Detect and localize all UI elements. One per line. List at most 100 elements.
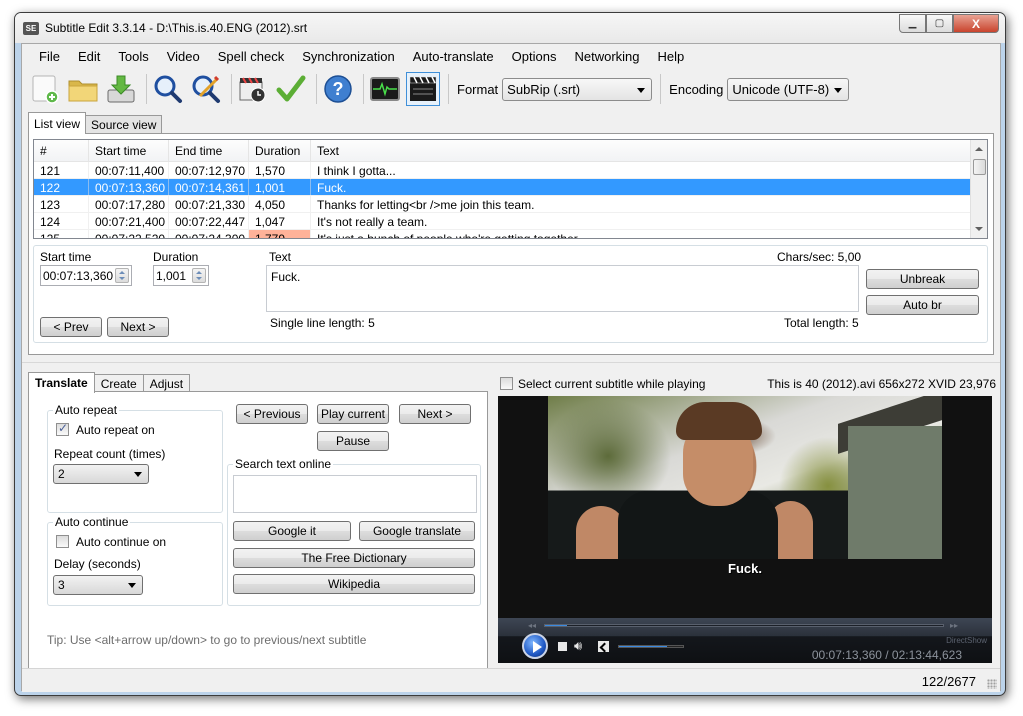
menu-spell-check[interactable]: Spell check — [209, 44, 293, 70]
next-subtitle-button[interactable]: Next > — [399, 404, 471, 424]
play-button[interactable] — [522, 633, 548, 659]
cell-start-time: 00:07:17,280 — [89, 196, 169, 212]
cell-duration: 1,001 — [249, 179, 311, 195]
spinner-arrows-icon[interactable] — [115, 268, 129, 283]
table-row[interactable]: 121 00:07:11,400 00:07:12,970 1,570 I th… — [34, 162, 987, 179]
column-header-start-time[interactable]: Start time — [89, 140, 169, 161]
google-it-button[interactable]: Google it — [233, 521, 351, 541]
minimize-button[interactable]: ▁ — [899, 14, 926, 33]
start-time-input[interactable]: 00:07:13,360 — [40, 265, 132, 286]
menu-help[interactable]: Help — [649, 44, 694, 70]
replace-button[interactable] — [189, 72, 223, 106]
repeat-count-dropdown[interactable]: 2 — [53, 464, 149, 484]
spinner-arrows-icon[interactable] — [192, 268, 206, 283]
visual-sync-button[interactable] — [236, 72, 270, 106]
column-header-end-time[interactable]: End time — [169, 140, 249, 161]
free-dictionary-button[interactable]: The Free Dictionary — [233, 548, 475, 568]
menu-auto-translate[interactable]: Auto-translate — [404, 44, 503, 70]
cell-number: 121 — [34, 162, 89, 178]
repeat-count-label: Repeat count (times) — [54, 447, 166, 461]
search-online-group: Search text online Google it Google tran… — [227, 457, 481, 606]
menu-file[interactable]: File — [30, 44, 69, 70]
delay-dropdown[interactable]: 3 — [53, 575, 143, 595]
fast-forward-icon[interactable]: ▸▸ — [950, 621, 958, 630]
format-label: Format — [457, 81, 499, 97]
start-time-value: 00:07:13,360 — [43, 269, 114, 283]
column-header-text[interactable]: Text — [311, 140, 987, 161]
cell-end-time: 00:07:24,300 — [169, 230, 249, 238]
open-file-button[interactable] — [66, 72, 100, 106]
toolbar-separator — [231, 74, 232, 104]
encoding-value: Unicode (UTF-8) — [732, 81, 830, 97]
volume-icon[interactable]: 🔊︎ — [574, 638, 582, 654]
client-area: File Edit Tools Video Spell check Synchr… — [21, 43, 1001, 692]
play-current-button[interactable]: Play current — [317, 404, 389, 424]
subtitle-overlay: Fuck. — [728, 561, 762, 576]
list-view-panel: # Start time End time Duration Text 121 … — [28, 133, 994, 355]
table-row[interactable]: 124 00:07:21,400 00:07:22,447 1,047 It's… — [34, 213, 987, 230]
seek-bar[interactable] — [544, 624, 944, 627]
find-button[interactable] — [151, 72, 185, 106]
view-tabs: List view Source view — [28, 112, 163, 134]
video-player[interactable]: Fuck. ◂◂ ▸▸ 🔊︎ DirectShow 00:07:13,360 /… — [498, 396, 992, 663]
maximize-button[interactable]: ▢ — [926, 14, 953, 33]
chevron-down-icon — [134, 472, 142, 477]
auto-br-button[interactable]: Auto br — [866, 295, 979, 315]
scroll-thumb[interactable] — [973, 159, 986, 175]
spell-check-button[interactable] — [274, 72, 308, 106]
table-row[interactable]: 123 00:07:17,280 00:07:21,330 4,050 Than… — [34, 196, 987, 213]
table-row[interactable]: 125 00:07:22,520 00:07:24,300 1,779 It's… — [34, 230, 987, 238]
pause-button[interactable]: Pause — [317, 431, 389, 451]
menu-synchronization[interactable]: Synchronization — [293, 44, 404, 70]
menu-video[interactable]: Video — [158, 44, 209, 70]
scroll-down-icon[interactable] — [975, 227, 983, 231]
wikipedia-button[interactable]: Wikipedia — [233, 574, 475, 594]
rewind-icon[interactable]: ◂◂ — [528, 621, 536, 630]
cell-duration-warning: 1,779 — [249, 230, 311, 238]
grid-scrollbar[interactable] — [970, 140, 987, 238]
player-controls: ◂◂ ▸▸ 🔊︎ DirectShow 00:07:13,360 / 02:13… — [498, 618, 992, 663]
tab-list-view[interactable]: List view — [28, 112, 87, 134]
prev-button[interactable]: < Prev — [40, 317, 102, 337]
cell-end-time: 00:07:22,447 — [169, 213, 249, 229]
auto-continue-checkbox[interactable] — [56, 535, 69, 548]
duration-input[interactable]: 1,001 — [153, 265, 209, 286]
column-header-number[interactable]: # — [34, 140, 89, 161]
previous-button[interactable]: < Previous — [236, 404, 308, 424]
help-button[interactable]: ? — [321, 72, 355, 106]
maximize-icon: ▢ — [934, 18, 945, 29]
subtitle-text-input[interactable]: Fuck. — [266, 265, 859, 312]
unbreak-button[interactable]: Unbreak — [866, 269, 979, 289]
tab-source-view[interactable]: Source view — [85, 115, 163, 134]
new-file-button[interactable] — [28, 72, 62, 106]
cell-number: 124 — [34, 213, 89, 229]
fullscreen-icon[interactable] — [598, 641, 609, 652]
column-header-duration[interactable]: Duration — [249, 140, 311, 161]
format-dropdown[interactable]: SubRip (.srt) — [502, 77, 653, 101]
cell-start-time: 00:07:21,400 — [89, 213, 169, 229]
encoding-dropdown[interactable]: Unicode (UTF-8) — [727, 77, 850, 101]
splitter[interactable] — [22, 362, 1000, 363]
google-translate-button[interactable]: Google translate — [359, 521, 475, 541]
cell-text: Fuck. — [311, 179, 987, 195]
waveform-button[interactable] — [368, 72, 402, 106]
close-button[interactable]: X — [953, 14, 999, 33]
next-button[interactable]: Next > — [107, 317, 169, 337]
resize-grip-icon[interactable] — [987, 679, 997, 689]
cell-text: It's just a bunch of people who're getti… — [311, 230, 987, 238]
stop-button[interactable] — [558, 642, 567, 651]
tab-translate[interactable]: Translate — [28, 372, 95, 393]
cell-text: I think I gotta... — [311, 162, 987, 178]
search-text-input[interactable] — [233, 475, 477, 513]
table-row-selected[interactable]: 122 00:07:13,360 00:07:14,361 1,001 Fuck… — [34, 179, 987, 196]
auto-repeat-checkbox[interactable] — [56, 421, 69, 436]
scroll-up-icon[interactable] — [975, 147, 983, 151]
menu-options[interactable]: Options — [503, 44, 566, 70]
menu-networking[interactable]: Networking — [565, 44, 648, 70]
save-file-button[interactable] — [104, 72, 138, 106]
video-player-button[interactable] — [406, 72, 440, 106]
select-while-playing-checkbox[interactable] — [500, 377, 513, 390]
menu-tools[interactable]: Tools — [109, 44, 157, 70]
menu-edit[interactable]: Edit — [69, 44, 109, 70]
volume-slider[interactable] — [618, 645, 684, 648]
